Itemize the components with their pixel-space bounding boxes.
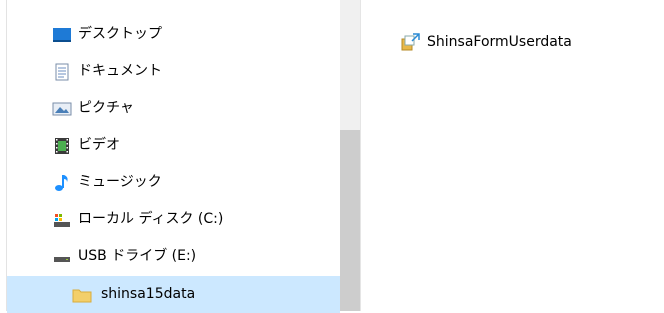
- navigation-pane: デスクトップ ドキュメント ピクチャ ビデオ ミュージック ローカル ディスク …: [0, 0, 360, 313]
- nav-item-label: ローカル ディスク (C:): [78, 211, 224, 227]
- picture-icon: [52, 99, 72, 119]
- nav-item-shinsa15data[interactable]: shinsa15data: [7, 276, 340, 313]
- video-icon: [52, 136, 72, 156]
- nav-item-usb-drive[interactable]: USB ドライブ (E:): [0, 238, 340, 275]
- music-icon: [52, 173, 72, 193]
- nav-item-label: デスクトップ: [78, 26, 162, 42]
- nav-item-pictures[interactable]: ピクチャ: [0, 90, 340, 127]
- nav-item-documents[interactable]: ドキュメント: [0, 53, 340, 90]
- nav-scrollbar-thumb[interactable]: [340, 130, 360, 311]
- content-pane: ShinsaFormUserdata: [361, 0, 664, 311]
- local-disk-icon: [52, 210, 72, 230]
- desktop-icon: [52, 25, 72, 45]
- usb-drive-icon: [52, 247, 72, 267]
- folder-icon: [72, 285, 92, 305]
- nav-item-desktop[interactable]: デスクトップ: [0, 16, 340, 53]
- nav-item-label: USB ドライブ (E:): [78, 248, 197, 264]
- nav-item-label: shinsa15data: [101, 286, 196, 302]
- document-icon: [52, 62, 72, 82]
- nav-item-label: ピクチャ: [78, 100, 134, 116]
- nav-item-music[interactable]: ミュージック: [0, 164, 340, 201]
- nav-item-label: ドキュメント: [78, 63, 162, 79]
- file-item-shinsaformuserdata[interactable]: ShinsaFormUserdata: [401, 30, 572, 54]
- nav-item-label: ビデオ: [78, 137, 120, 153]
- shortcut-package-icon: [401, 32, 421, 52]
- nav-item-local-disk[interactable]: ローカル ディスク (C:): [0, 201, 340, 238]
- nav-item-label: ミュージック: [78, 174, 162, 190]
- file-item-label: ShinsaFormUserdata: [427, 34, 572, 50]
- nav-item-videos[interactable]: ビデオ: [0, 127, 340, 164]
